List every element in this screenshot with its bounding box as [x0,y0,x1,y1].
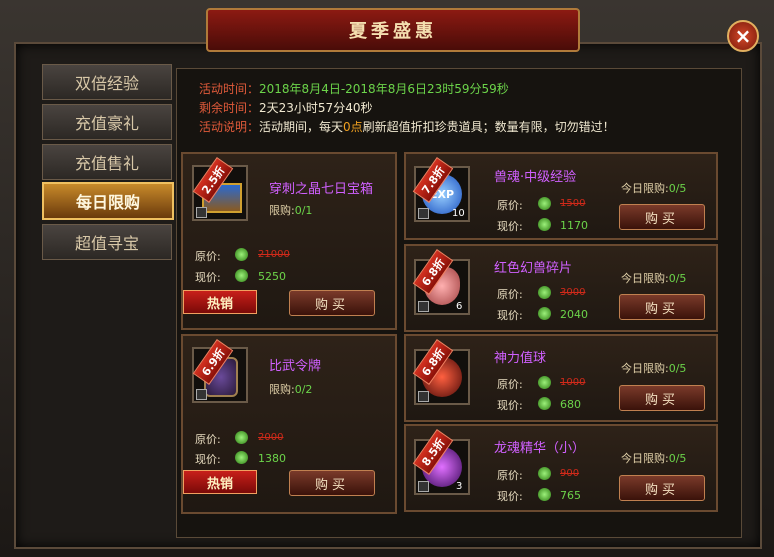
coin-icon [538,218,551,231]
current-price-label: 现价: [195,453,221,466]
event-remaining: 剩余时间：2天23小时57分40秒 [199,101,373,115]
item-quantity: 10 [452,208,465,219]
event-info: 活动时间：2018年8月4日-2018年8月6日23时59分59秒 剩余时间：2… [199,80,615,137]
coin-icon [235,248,248,261]
coin-icon [538,197,551,210]
window-titlebar: 夏季盛惠 [206,8,580,52]
close-button[interactable]: × [727,20,759,52]
coin-icon [538,286,551,299]
buy-button[interactable]: 购买 [619,294,705,320]
original-price-label: 原价: [195,250,221,263]
original-price: 21000 [258,249,290,260]
current-price: 1380 [258,452,286,465]
lock-icon [418,301,429,312]
coin-icon [235,269,248,282]
current-price: 765 [560,489,581,502]
current-price-label: 现价: [497,490,523,503]
original-price: 3000 [560,287,586,298]
current-price-label: 现价: [497,399,523,412]
original-price-label: 原价: [497,378,523,391]
today-limit: 今日限购:0/5 [621,452,687,465]
lock-icon [196,207,207,218]
original-price-label: 原价: [497,469,523,482]
item-quantity: 3 [456,481,463,492]
today-limit: 今日限购:0/5 [621,272,687,285]
original-price: 1500 [560,198,586,209]
coin-icon [538,488,551,501]
hot-sale-badge: 热销 [183,470,257,494]
current-price-label: 现价: [195,271,221,284]
original-price: 900 [560,468,580,479]
today-limit: 今日限购:0/5 [621,182,687,195]
event-time: 活动时间：2018年8月4日-2018年8月6日23时59分59秒 [199,82,509,96]
current-price: 1170 [560,219,588,232]
buy-button[interactable]: 购买 [289,290,375,316]
buy-button[interactable]: 购买 [619,204,705,230]
lock-icon [418,481,429,492]
original-price-label: 原价: [497,288,523,301]
limit-count: 限购:0/1 [269,204,313,217]
tab-recharge-gift[interactable]: 充值豪礼 [42,104,172,140]
buy-button[interactable]: 购买 [289,470,375,496]
item-name: 穿刺之晶七日宝箱 [269,182,374,197]
original-price: 1000 [560,377,586,388]
tab-treasure-hunt[interactable]: 超值寻宝 [42,224,172,260]
current-price: 5250 [258,270,286,283]
coin-icon [538,376,551,389]
lock-icon [196,389,207,400]
close-icon: × [734,24,752,48]
item-name: 龙魂精华（小） [494,441,586,456]
window-title: 夏季盛惠 [349,21,437,42]
item-quantity: 6 [456,301,463,312]
current-price-label: 现价: [497,309,523,322]
today-limit: 今日限购:0/5 [621,362,687,375]
current-price-label: 现价: [497,220,523,233]
buy-button[interactable]: 购买 [619,385,705,411]
limit-count: 限购:0/2 [269,383,313,396]
coin-icon [235,431,248,444]
item-name: 红色幻兽碎片 [494,261,573,276]
coin-icon [538,397,551,410]
tab-daily-limit[interactable]: 每日限购 [42,182,174,220]
item-name: 兽魂·中级经验 [494,170,577,185]
item-name: 比武令牌 [269,359,322,374]
buy-button[interactable]: 购买 [619,475,705,501]
lock-icon [418,391,429,402]
current-price: 2040 [560,308,588,321]
item-name: 神力值球 [494,351,547,366]
coin-icon [538,307,551,320]
current-price: 680 [560,398,581,411]
original-price: 2000 [258,432,284,443]
original-price-label: 原价: [497,199,523,212]
lock-icon [418,208,429,219]
coin-icon [538,467,551,480]
event-description: 活动说明：活动期间，每天0点刷新超值折扣珍贵道具；数量有限，切勿错过！ [199,120,615,134]
hot-sale-badge: 热销 [183,290,257,314]
tab-double-exp[interactable]: 双倍经验 [42,64,172,100]
original-price-label: 原价: [195,433,221,446]
coin-icon [235,451,248,464]
tab-recharge-sale[interactable]: 充值售礼 [42,144,172,180]
